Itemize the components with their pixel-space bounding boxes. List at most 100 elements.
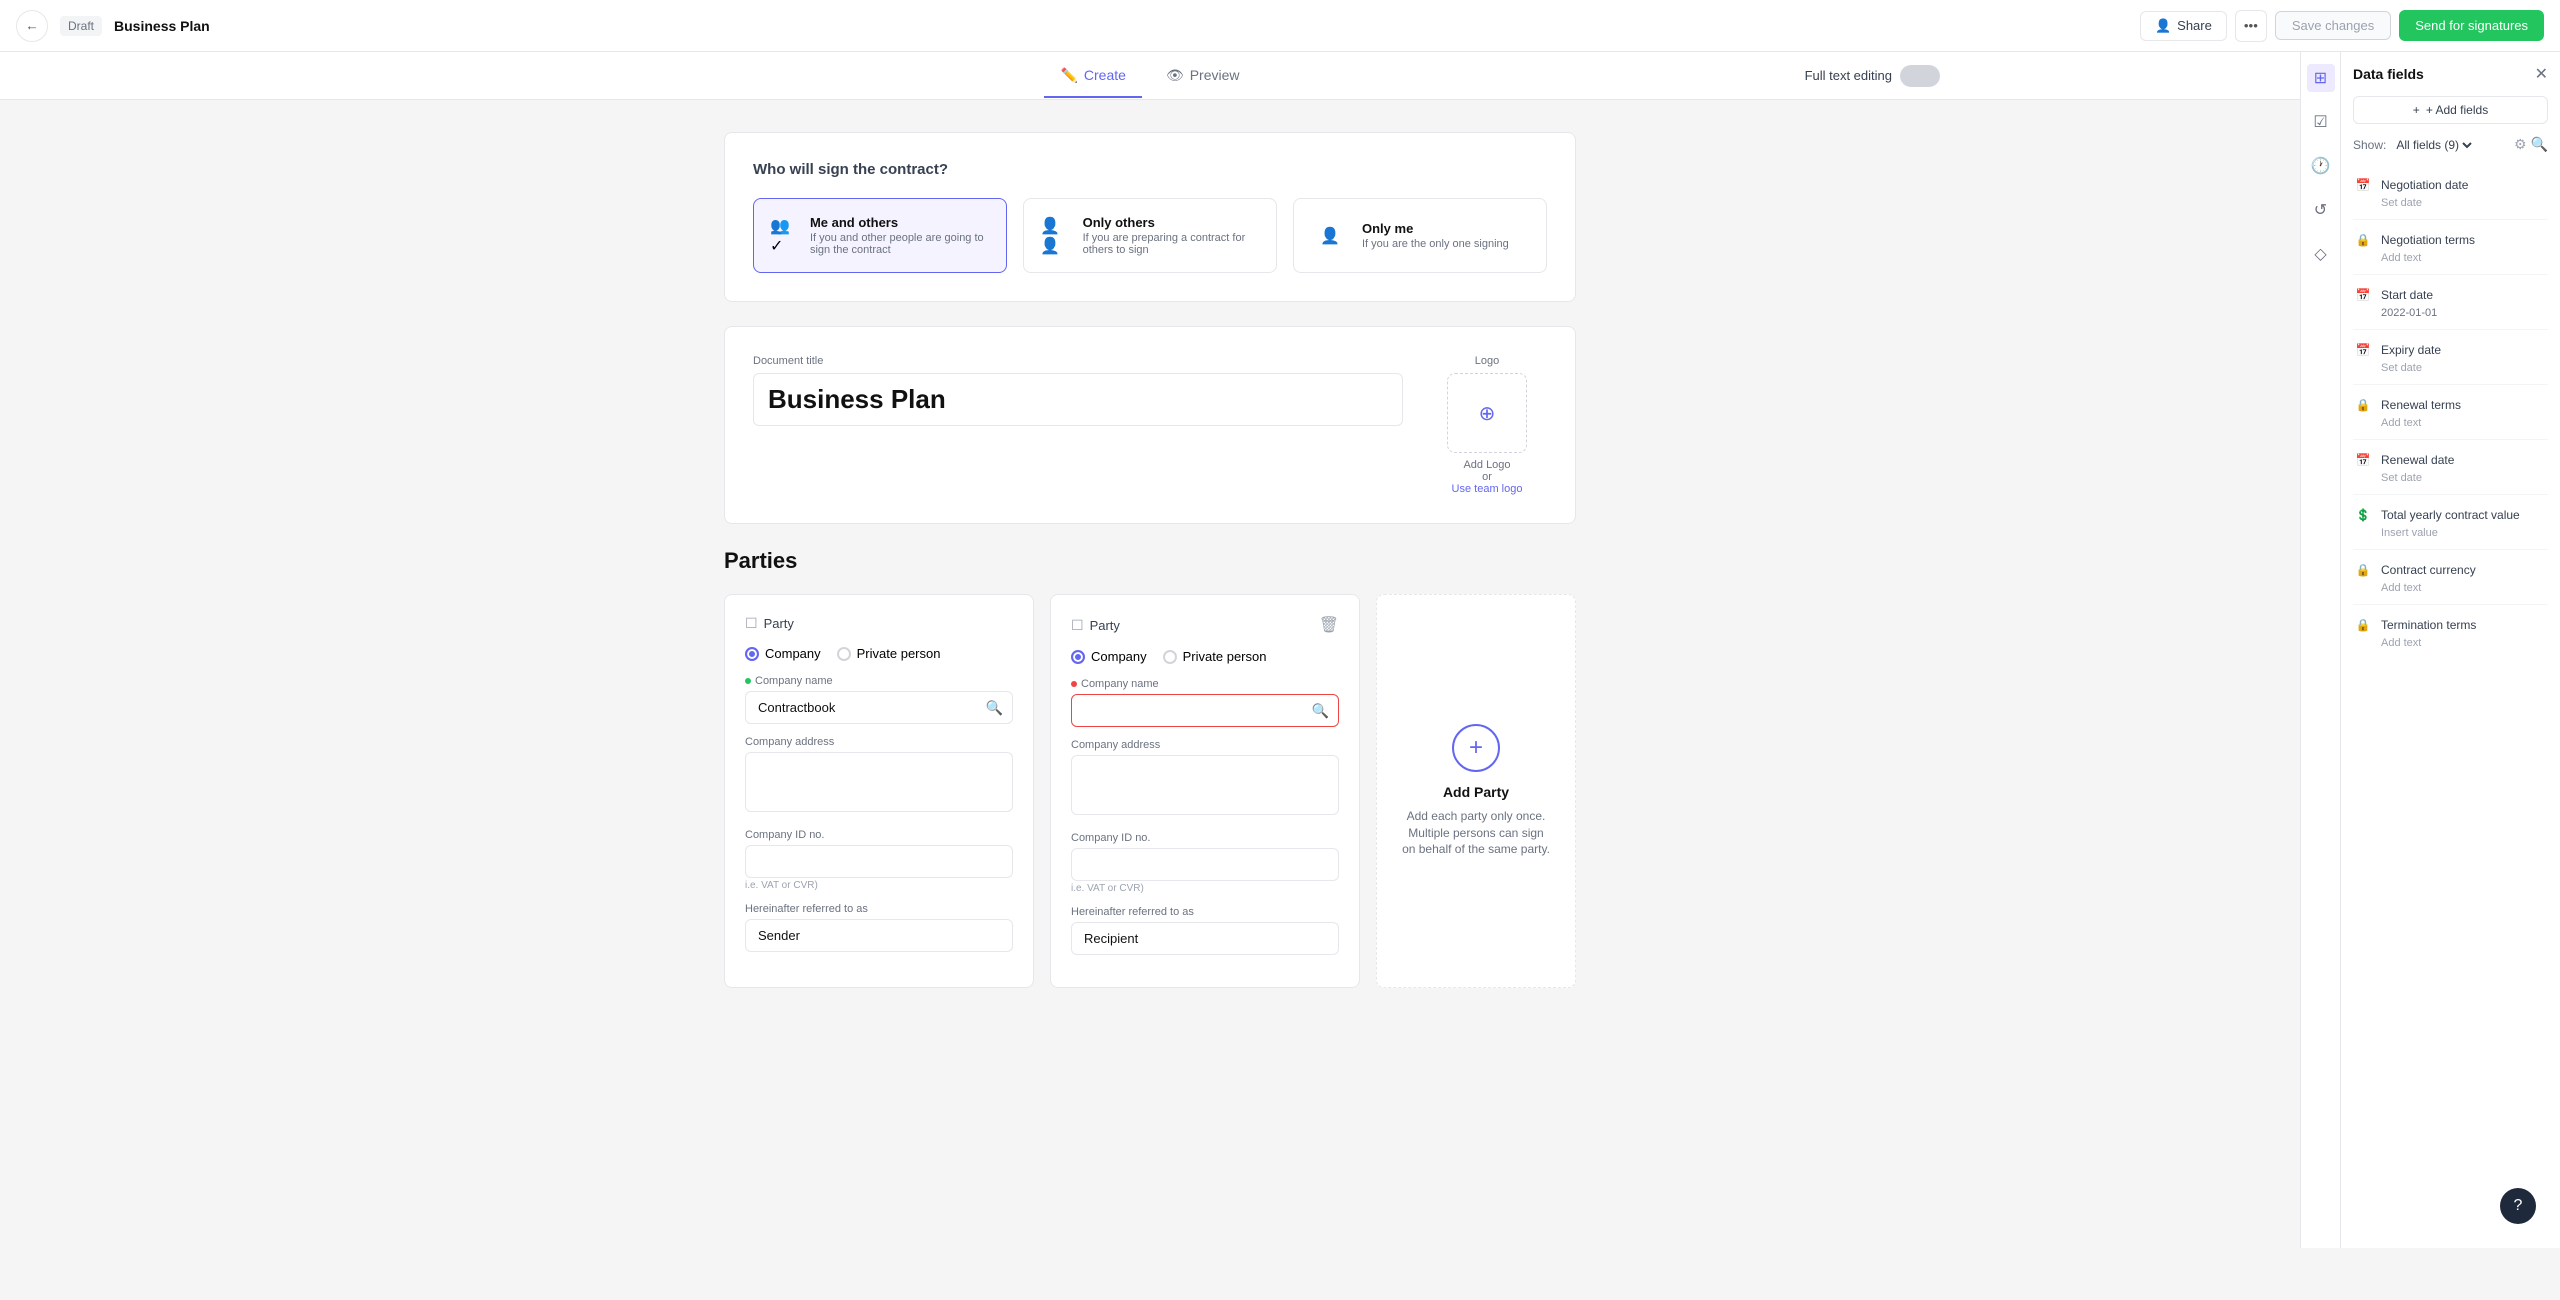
topbar-right: 👤 Share ••• Save changes Send for signat… bbox=[2140, 10, 2544, 42]
tab-preview[interactable]: 👁 Preview bbox=[1150, 55, 1256, 98]
send-signatures-button[interactable]: Send for signatures bbox=[2399, 10, 2544, 41]
field-item-2[interactable]: 📅 Start date 2022-01-01 bbox=[2353, 275, 2548, 330]
party-1-company-address-group: Company address bbox=[745, 736, 1013, 817]
panel-icon-fields[interactable]: ⊞ bbox=[2307, 64, 2335, 92]
field-item-6[interactable]: 💲 Total yearly contract value Insert val… bbox=[2353, 495, 2548, 550]
delete-party-2-button[interactable]: 🗑 bbox=[1319, 615, 1339, 635]
field-name-8: Termination terms bbox=[2381, 618, 2476, 632]
panel-icon-checkbox[interactable]: ☑ bbox=[2307, 108, 2335, 136]
content-area: Who will sign the contract? 👥✓ Me and ot… bbox=[700, 100, 1600, 1020]
sign-options: 👥✓ Me and others If you and other people… bbox=[753, 198, 1547, 273]
party-card-1: ☐ Party Company Private person bbox=[724, 594, 1034, 988]
topbar-left: ← Draft Business Plan bbox=[16, 10, 210, 42]
add-party-desc: Add each party only once. Multiple perso… bbox=[1401, 808, 1551, 858]
field-item-5[interactable]: 📅 Renewal date Set date bbox=[2353, 440, 2548, 495]
plus-circle-icon: ⊕ bbox=[1479, 401, 1496, 426]
layout: ✏️ Create 👁 Preview Full text editing Wh… bbox=[0, 52, 2560, 1248]
field-type-icon-4: 🔒 bbox=[2353, 395, 2373, 415]
people-icon-2: 👤👤 bbox=[1040, 216, 1071, 256]
field-item-3[interactable]: 📅 Expiry date Set date bbox=[2353, 330, 2548, 385]
party-2-private-radio[interactable]: Private person bbox=[1163, 649, 1267, 664]
panel-icon-history[interactable]: ↺ bbox=[2307, 196, 2335, 224]
parties-section: Parties ☐ Party Com bbox=[724, 548, 1576, 988]
sign-option-title: Me and others bbox=[810, 215, 990, 230]
logo-upload-btn[interactable]: ⊕ bbox=[1447, 373, 1527, 453]
party-card-2: ☐ Party 🗑 Company bbox=[1050, 594, 1360, 988]
party-1-company-name-label: Company name bbox=[745, 675, 1013, 687]
add-party-card[interactable]: + Add Party Add each party only once. Mu… bbox=[1376, 594, 1576, 988]
filter-icon[interactable]: ⚙ bbox=[2514, 136, 2527, 153]
eye-icon: 👁 bbox=[1166, 67, 1184, 84]
party-1-address-input[interactable] bbox=[745, 752, 1013, 812]
back-icon: ← bbox=[25, 18, 38, 33]
field-type-icon-1: 🔒 bbox=[2353, 230, 2373, 250]
sign-card: Who will sign the contract? 👥✓ Me and ot… bbox=[724, 132, 1576, 302]
field-name-3: Expiry date bbox=[2381, 343, 2441, 357]
field-type-icon-2: 📅 bbox=[2353, 285, 2373, 305]
search-filter-icon[interactable]: 🔍 bbox=[2531, 136, 2548, 153]
party-2-company-name-input[interactable] bbox=[1071, 694, 1339, 727]
sign-option-me-and-others[interactable]: 👥✓ Me and others If you and other people… bbox=[753, 198, 1007, 273]
field-type-icon-3: 📅 bbox=[2353, 340, 2373, 360]
field-item-8[interactable]: 🔒 Termination terms Add text bbox=[2353, 605, 2548, 659]
party-2-hereinafter-input[interactable] bbox=[1071, 922, 1339, 955]
sign-option-only-me[interactable]: 👤 Only me If you are the only one signin… bbox=[1293, 198, 1547, 273]
more-button[interactable]: ••• bbox=[2235, 10, 2267, 42]
sign-option-only-others[interactable]: 👤👤 Only others If you are preparing a co… bbox=[1023, 198, 1277, 273]
ellipsis-icon: ••• bbox=[2244, 18, 2258, 33]
panel-content: Data fields ✕ + + Add fields Show: All f… bbox=[2341, 52, 2560, 671]
party-1-hereinafter-input[interactable] bbox=[745, 919, 1013, 952]
document-title: Business Plan bbox=[114, 18, 210, 34]
save-button[interactable]: Save changes bbox=[2275, 11, 2391, 40]
field-item-1[interactable]: 🔒 Negotiation terms Add text bbox=[2353, 220, 2548, 275]
field-name-7: Contract currency bbox=[2381, 563, 2476, 577]
help-button[interactable]: ? bbox=[2500, 1188, 2536, 1224]
fields-list: 📅 Negotiation date Set date 🔒 Negotiatio… bbox=[2353, 165, 2548, 659]
party-1-company-id-group: Company ID no. i.e. VAT or CVR) bbox=[745, 829, 1013, 891]
document-section: Document title Logo ⊕ Add Logo or bbox=[724, 326, 1576, 524]
party-1-private-radio[interactable]: Private person bbox=[837, 646, 941, 661]
party-icon-1: ☐ bbox=[745, 615, 758, 632]
party-1-company-radio[interactable]: Company bbox=[745, 646, 821, 661]
parties-title: Parties bbox=[724, 548, 1576, 574]
party-2-company-address-group: Company address bbox=[1071, 739, 1339, 820]
party-1-company-name-group: Company name 🔍 bbox=[745, 675, 1013, 724]
tab-create[interactable]: ✏️ Create bbox=[1044, 55, 1141, 98]
panel-icon-clock[interactable]: 🕐 bbox=[2307, 152, 2335, 180]
party-2-hereinafter-group: Hereinafter referred to as bbox=[1071, 906, 1339, 955]
party-2-company-name-group: Company name 🔍 bbox=[1071, 678, 1339, 727]
field-name-0: Negotiation date bbox=[2381, 178, 2468, 192]
back-button[interactable]: ← bbox=[16, 10, 48, 42]
field-item-7[interactable]: 🔒 Contract currency Add text bbox=[2353, 550, 2548, 605]
field-item-4[interactable]: 🔒 Renewal terms Add text bbox=[2353, 385, 2548, 440]
party-2-address-input[interactable] bbox=[1071, 755, 1339, 815]
add-fields-button[interactable]: + + Add fields bbox=[2353, 96, 2548, 124]
party-1-company-name-input[interactable] bbox=[745, 691, 1013, 724]
field-item-0[interactable]: 📅 Negotiation date Set date bbox=[2353, 165, 2548, 220]
show-filter-row: Show: All fields (9) ⚙ 🔍 bbox=[2353, 136, 2548, 153]
party-2-company-radio[interactable]: Company bbox=[1071, 649, 1147, 664]
party-1-company-id-input[interactable] bbox=[745, 845, 1013, 878]
party-2-type-selector: Company Private person bbox=[1071, 649, 1339, 664]
party-2-hereinafter-label: Hereinafter referred to as bbox=[1071, 906, 1339, 918]
fields-filter-select[interactable]: All fields (9) bbox=[2392, 137, 2475, 153]
panel-icon-diamond[interactable]: ◇ bbox=[2307, 240, 2335, 268]
share-button[interactable]: 👤 Share bbox=[2140, 11, 2227, 41]
radio-dot-2-checked bbox=[1071, 650, 1085, 664]
panel-close-button[interactable]: ✕ bbox=[2535, 64, 2548, 84]
field-value-0: Set date bbox=[2381, 197, 2548, 209]
party-1-id-hint: i.e. VAT or CVR) bbox=[745, 880, 1013, 891]
party-2-company-id-input[interactable] bbox=[1071, 848, 1339, 881]
topbar: ← Draft Business Plan 👤 Share ••• Save c… bbox=[0, 0, 2560, 52]
party-1-type-selector: Company Private person bbox=[745, 646, 1013, 661]
person-icon: 👤 bbox=[1310, 216, 1350, 256]
field-name-6: Total yearly contract value bbox=[2381, 508, 2520, 522]
full-text-switch[interactable] bbox=[1900, 65, 1940, 87]
document-title-input[interactable] bbox=[753, 373, 1403, 426]
field-type-icon-0: 📅 bbox=[2353, 175, 2373, 195]
party-2-address-label: Company address bbox=[1071, 739, 1339, 751]
radio-dot-checked bbox=[745, 647, 759, 661]
parties-grid: ☐ Party Company Private person bbox=[724, 594, 1576, 988]
field-type-icon-6: 💲 bbox=[2353, 505, 2373, 525]
sign-option-title-3: Only me bbox=[1362, 221, 1509, 236]
